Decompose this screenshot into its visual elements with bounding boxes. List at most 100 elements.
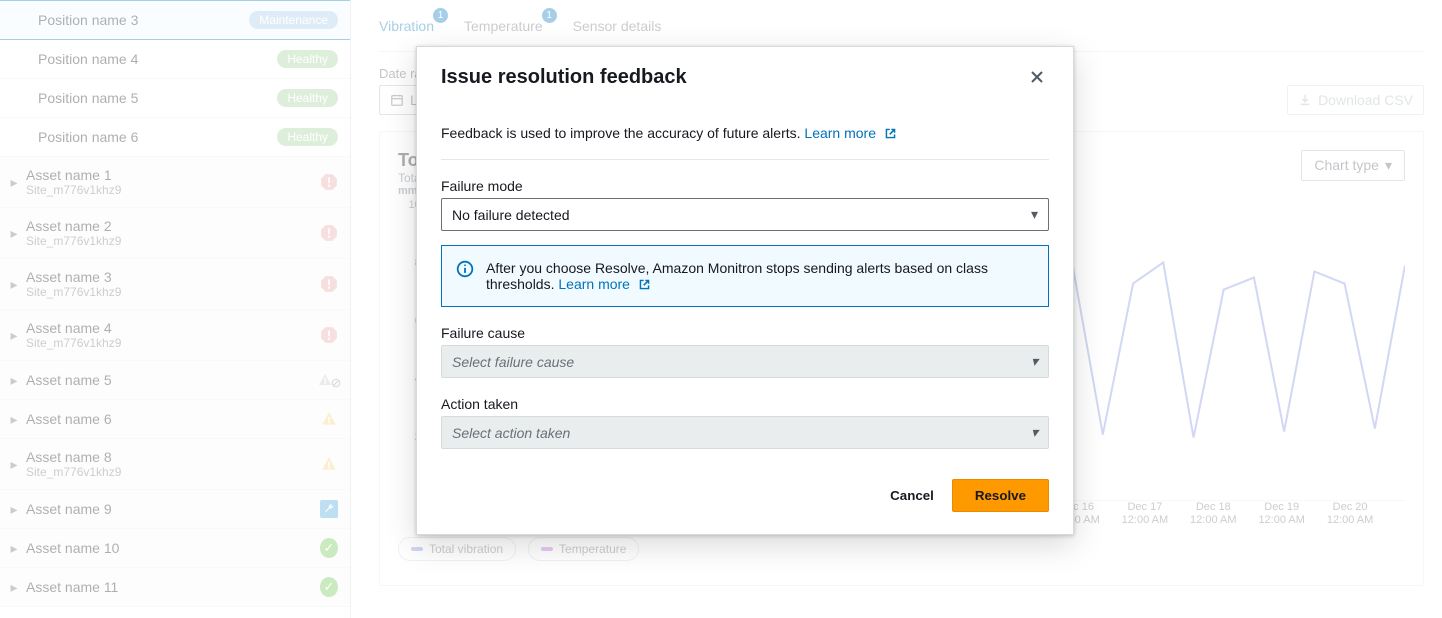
x-tick: Dec 2012:00 AM — [1327, 501, 1373, 527]
chevron-down-icon: ▾ — [1385, 157, 1392, 174]
download-csv-button[interactable]: Download CSV — [1287, 85, 1424, 115]
failure-cause-placeholder: Select failure cause — [452, 354, 574, 370]
status-alarm-icon — [320, 224, 338, 242]
expand-caret-icon: ▸ — [8, 225, 20, 242]
asset-title: Asset name 6 — [26, 411, 112, 427]
sidebar-asset-row[interactable]: ▸ Asset name 8Site_m776v1khz9 — [0, 439, 350, 490]
status-healthy-icon: ✓ — [320, 578, 338, 596]
status-maintenance-icon — [320, 500, 338, 518]
external-link-icon — [884, 127, 897, 140]
expand-caret-icon: ▸ — [8, 327, 20, 344]
status-ack-warning-icon — [320, 371, 338, 389]
chevron-down-icon: ▾ — [1031, 206, 1038, 223]
sidebar-position-row[interactable]: Position name 4Healthy — [0, 40, 350, 79]
x-tick: Dec 1812:00 AM — [1190, 501, 1236, 527]
cancel-label: Cancel — [890, 488, 934, 503]
legend-total-vibration[interactable]: Total vibration — [398, 537, 516, 561]
expand-caret-icon: ▸ — [8, 456, 20, 473]
expand-caret-icon: ▸ — [8, 501, 20, 518]
status-alarm-icon — [320, 326, 338, 344]
legend-swatch-icon — [541, 547, 553, 551]
modal-intro: Feedback is used to improve the accuracy… — [441, 125, 1049, 141]
expand-caret-icon: ▸ — [8, 276, 20, 293]
chevron-down-icon: ▾ — [1031, 424, 1038, 441]
chart-type-button[interactable]: Chart type ▾ — [1301, 150, 1405, 181]
asset-subtitle: Site_m776v1khz9 — [26, 234, 121, 248]
modal-intro-text: Feedback is used to improve the accuracy… — [441, 125, 801, 141]
cancel-button[interactable]: Cancel — [886, 479, 938, 512]
tab-vibration[interactable]: Vibration 1 — [379, 14, 434, 38]
issue-resolution-modal: Issue resolution feedback Feedback is us… — [416, 46, 1074, 535]
action-taken-select: Select action taken ▾ — [441, 416, 1049, 449]
tab-bar: Vibration 1 Temperature 1 Sensor details — [379, 0, 1424, 52]
position-label: Position name 6 — [38, 129, 138, 145]
tab-temperature-label: Temperature — [464, 18, 543, 34]
sidebar-asset-row[interactable]: ▸ Asset name 4Site_m776v1khz9 — [0, 310, 350, 361]
info-icon — [456, 260, 474, 278]
tab-sensor-details[interactable]: Sensor details — [573, 14, 662, 38]
alert-learn-more-link[interactable]: Learn more — [558, 276, 650, 292]
status-warning-icon — [320, 410, 338, 428]
tab-temperature-badge: 1 — [542, 8, 557, 23]
x-tick: Dec 1912:00 AM — [1258, 501, 1304, 527]
asset-subtitle: Site_m776v1khz9 — [26, 285, 121, 299]
sidebar-asset-row[interactable]: ▸ Asset name 5 — [0, 361, 350, 400]
expand-caret-icon: ▸ — [8, 579, 20, 596]
expand-caret-icon: ▸ — [8, 174, 20, 191]
sidebar-asset-row[interactable]: ▸Asset name 10✓ — [0, 529, 350, 568]
sidebar-asset-row[interactable]: ▸Asset name 1Site_m776v1khz9 — [0, 157, 350, 208]
asset-subtitle: Site_m776v1khz9 — [26, 183, 121, 197]
learn-more-label: Learn more — [804, 125, 876, 141]
legend-temp-label: Temperature — [559, 542, 626, 556]
status-badge: Healthy — [277, 50, 338, 68]
action-taken-label: Action taken — [441, 396, 1049, 412]
tab-sensor-label: Sensor details — [573, 18, 662, 34]
chevron-down-icon: ▾ — [1031, 353, 1038, 370]
status-warning-icon — [320, 455, 338, 473]
close-icon — [1029, 69, 1045, 85]
expand-caret-icon: ▸ — [8, 372, 20, 389]
download-csv-label: Download CSV — [1318, 92, 1413, 108]
download-icon — [1298, 93, 1312, 107]
position-label: Position name 3 — [38, 12, 138, 28]
external-link-icon — [638, 278, 651, 291]
resolve-label: Resolve — [975, 488, 1026, 503]
sidebar-position-row[interactable]: Position name 5Healthy — [0, 79, 350, 118]
status-badge: Maintenance — [249, 11, 338, 29]
position-label: Position name 5 — [38, 90, 138, 106]
sidebar-position-row[interactable]: Position name 3 Maintenance — [0, 0, 350, 40]
sidebar-asset-row[interactable]: ▸ Asset name 3Site_m776v1khz9 — [0, 259, 350, 310]
sidebar-asset-row[interactable]: ▸ Asset name 9 — [0, 490, 350, 529]
learn-more-link[interactable]: Learn more — [804, 125, 896, 141]
tab-vibration-badge: 1 — [433, 8, 448, 23]
resolve-button[interactable]: Resolve — [952, 479, 1049, 512]
calendar-icon — [390, 93, 404, 107]
failure-mode-label: Failure mode — [441, 178, 1049, 194]
asset-title: Asset name 3 — [26, 269, 121, 285]
asset-title: Asset name 11 — [26, 579, 118, 595]
asset-title: Asset name 8 — [26, 449, 121, 465]
legend-temperature[interactable]: Temperature — [528, 537, 639, 561]
failure-mode-select[interactable]: No failure detected ▾ — [441, 198, 1049, 231]
sidebar-asset-row[interactable]: ▸ Asset name 6 — [0, 400, 350, 439]
asset-title: Asset name 4 — [26, 320, 121, 336]
sidebar-asset-row[interactable]: ▸ Asset name 11 ✓ — [0, 568, 350, 607]
asset-subtitle: Site_m776v1khz9 — [26, 336, 121, 350]
failure-cause-label: Failure cause — [441, 325, 1049, 341]
sidebar-asset-row[interactable]: ▸Asset name 2Site_m776v1khz9 — [0, 208, 350, 259]
info-alert: After you choose Resolve, Amazon Monitro… — [441, 245, 1049, 307]
asset-title: Asset name 9 — [26, 501, 112, 517]
modal-title: Issue resolution feedback — [441, 66, 687, 89]
asset-title: Asset name 10 — [26, 540, 119, 556]
close-button[interactable] — [1025, 65, 1049, 89]
asset-subtitle: Site_m776v1khz9 — [26, 465, 121, 479]
alert-learn-more-label: Learn more — [558, 276, 630, 292]
asset-title: Asset name 5 — [26, 372, 112, 388]
failure-mode-value: No failure detected — [452, 207, 570, 223]
status-healthy-icon: ✓ — [320, 539, 338, 557]
sidebar-position-row[interactable]: Position name 6Healthy — [0, 118, 350, 157]
legend-swatch-icon — [411, 547, 423, 551]
tab-temperature[interactable]: Temperature 1 — [464, 14, 543, 38]
expand-caret-icon: ▸ — [8, 411, 20, 428]
asset-sidebar: Position name 3MaintenancePosition name … — [0, 0, 351, 618]
